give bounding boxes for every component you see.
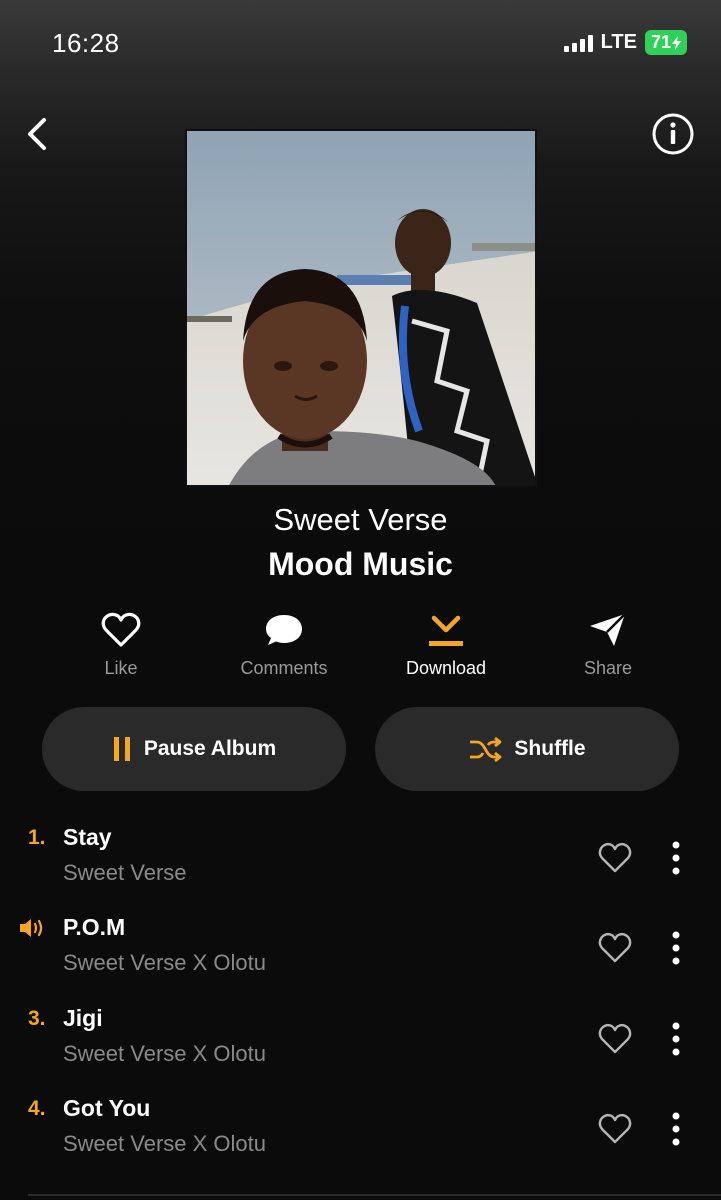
download-button[interactable]: Download bbox=[376, 610, 516, 679]
heart-outline-icon bbox=[101, 612, 141, 647]
pause-album-label: Pause Album bbox=[143, 737, 277, 760]
shuffle-label: Shuffle bbox=[514, 737, 586, 760]
now-playing-speaker-icon bbox=[20, 919, 43, 937]
track-artist: Sweet Verse X Olotu bbox=[63, 950, 266, 975]
comments-label: Comments bbox=[240, 658, 328, 678]
track-artist: Sweet Verse bbox=[63, 860, 187, 885]
share-label: Share bbox=[583, 658, 633, 678]
track-row[interactable]: 3. Jigi Sweet Verse X Olotu bbox=[0, 1003, 721, 1083]
comments-button[interactable]: Comments bbox=[214, 610, 354, 679]
heart-outline-icon[interactable] bbox=[598, 1113, 632, 1145]
more-vertical-icon[interactable] bbox=[666, 930, 686, 966]
status-bar: 16:28 LTE 71 bbox=[0, 0, 721, 90]
track-row[interactable]: 4. Got You Sweet Verse X Olotu bbox=[0, 1093, 721, 1173]
track-row[interactable]: P.O.M Sweet Verse X Olotu bbox=[0, 912, 721, 992]
track-title: Stay bbox=[63, 824, 112, 850]
network-type: LTE bbox=[600, 31, 637, 53]
download-label: Download bbox=[405, 658, 487, 678]
info-button[interactable] bbox=[651, 112, 695, 156]
signal-icon bbox=[563, 34, 593, 52]
status-indicators: LTE 71 bbox=[563, 30, 687, 55]
track-number: 1. bbox=[28, 826, 46, 849]
back-button[interactable] bbox=[22, 114, 54, 154]
heart-outline-icon[interactable] bbox=[598, 932, 632, 964]
more-vertical-icon[interactable] bbox=[666, 1111, 686, 1147]
album-cover bbox=[185, 129, 537, 487]
more-vertical-icon[interactable] bbox=[666, 840, 686, 876]
track-row[interactable]: 1. Stay Sweet Verse bbox=[0, 822, 721, 902]
album-artist[interactable]: Sweet Verse bbox=[0, 502, 721, 538]
pause-icon bbox=[113, 737, 130, 761]
download-icon bbox=[429, 615, 463, 646]
heart-outline-icon[interactable] bbox=[598, 842, 632, 874]
paper-plane-icon bbox=[590, 613, 626, 646]
track-artist: Sweet Verse X Olotu bbox=[63, 1131, 266, 1156]
like-label: Like bbox=[104, 658, 138, 678]
battery-level: 71 bbox=[650, 32, 671, 52]
album-cover-photo bbox=[187, 131, 535, 485]
track-title: P.O.M bbox=[63, 914, 126, 940]
shuffle-button[interactable]: Shuffle bbox=[375, 707, 679, 791]
track-title: Jigi bbox=[63, 1005, 103, 1031]
list-divider bbox=[28, 1194, 721, 1196]
track-title: Got You bbox=[63, 1095, 151, 1121]
track-number: 4. bbox=[28, 1097, 46, 1120]
chevron-left-icon bbox=[28, 118, 46, 150]
track-artist: Sweet Verse X Olotu bbox=[63, 1041, 266, 1066]
album-title: Mood Music bbox=[268, 546, 453, 582]
pause-album-button[interactable]: Pause Album bbox=[42, 707, 346, 791]
battery-icon: 71 bbox=[644, 30, 687, 55]
status-time: 16:28 bbox=[52, 28, 120, 58]
comment-bubble-icon bbox=[266, 615, 302, 645]
shuffle-icon bbox=[470, 736, 502, 762]
heart-outline-icon[interactable] bbox=[598, 1023, 632, 1055]
share-button[interactable]: Share bbox=[538, 610, 678, 679]
info-circle-icon bbox=[652, 113, 694, 155]
album-actions: Like Comments Download Share bbox=[0, 610, 721, 680]
track-number: 3. bbox=[28, 1007, 46, 1030]
like-button[interactable]: Like bbox=[51, 610, 191, 679]
more-vertical-icon[interactable] bbox=[666, 1021, 686, 1057]
charging-bolt-icon bbox=[672, 35, 681, 50]
